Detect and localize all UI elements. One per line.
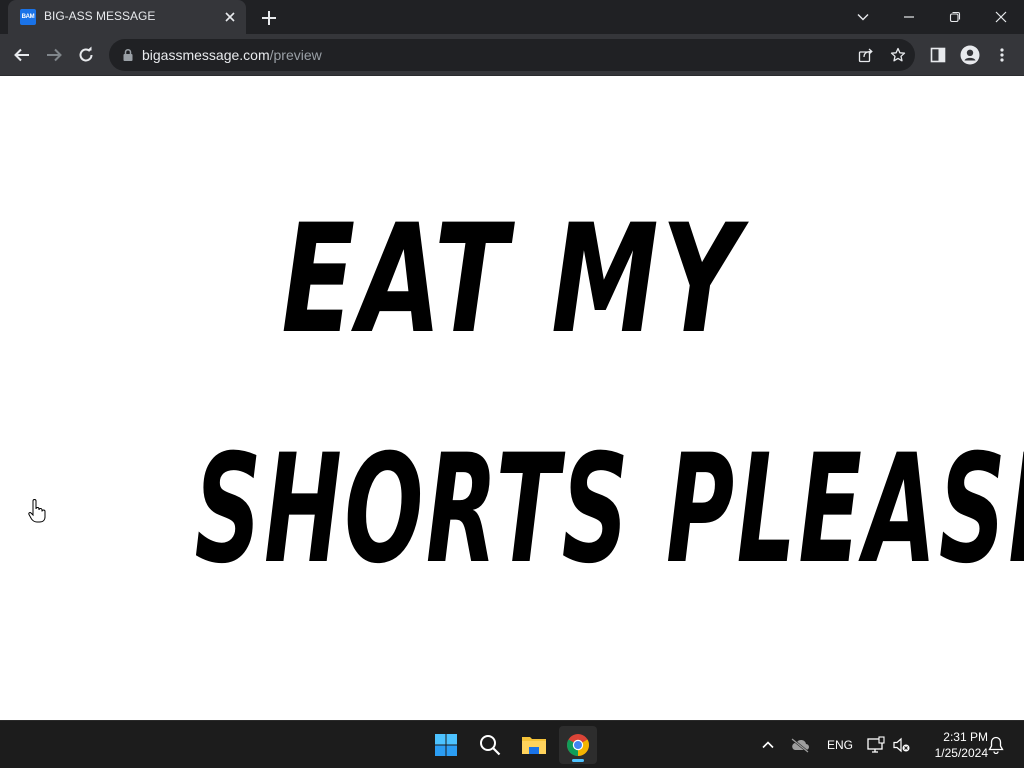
chrome-icon (567, 734, 589, 756)
lock-icon[interactable] (121, 48, 135, 62)
minimize-button[interactable] (886, 0, 932, 34)
volume-muted-icon[interactable] (892, 735, 912, 755)
onedrive-icon[interactable] (790, 735, 810, 755)
address-bar[interactable]: bigassmessage.com/preview (109, 39, 915, 71)
search-icon (480, 735, 501, 756)
start-icon (435, 734, 457, 756)
active-app-indicator (572, 759, 584, 762)
chevron-up-icon (762, 741, 774, 749)
more-vert-icon (1000, 48, 1004, 62)
language-indicator[interactable]: ENG (827, 738, 853, 752)
taskbar-search-button[interactable] (471, 726, 509, 764)
profile-avatar-icon (960, 45, 980, 65)
notifications-bell-icon[interactable] (986, 735, 1006, 755)
chrome-taskbar-button[interactable] (559, 726, 597, 764)
tab-close-icon[interactable] (222, 9, 238, 25)
share-icon[interactable] (856, 45, 876, 65)
taskbar-clock[interactable]: 2:31 PM 1/25/2024 (920, 729, 988, 761)
close-window-button[interactable] (978, 0, 1024, 34)
clock-time: 2:31 PM (943, 730, 988, 744)
side-panel-button[interactable] (925, 42, 951, 68)
tab-search-icon[interactable] (840, 0, 886, 34)
clock-date: 1/25/2024 (934, 746, 988, 760)
side-panel-icon (930, 47, 946, 63)
tab-title: BIG-ASS MESSAGE (44, 9, 156, 23)
back-arrow-icon (14, 48, 29, 62)
new-tab-button[interactable] (258, 7, 280, 29)
profile-button[interactable] (957, 42, 983, 68)
message-line-2: SHORTS PLEASE (194, 423, 1024, 597)
chrome-menu-button[interactable] (989, 42, 1015, 68)
url-host: bigassmessage.com (142, 47, 270, 63)
forward-arrow-icon (47, 48, 62, 62)
file-explorer-button[interactable] (515, 726, 553, 764)
page-viewport: EAT MY SHORTS PLEASE (0, 77, 1024, 720)
file-explorer-icon (522, 737, 546, 754)
tab-favicon-icon: BAM (20, 9, 36, 25)
bookmark-star-icon[interactable] (888, 45, 908, 65)
browser-toolbar: bigassmessage.com/preview (0, 34, 1024, 76)
browser-titlebar: BAM BIG-ASS MESSAGE (0, 0, 1024, 34)
reload-icon (79, 46, 93, 62)
start-button[interactable] (427, 726, 465, 764)
url-path: /preview (269, 47, 322, 63)
browser-tab-active[interactable]: BAM BIG-ASS MESSAGE (8, 0, 246, 34)
windows-taskbar: ENG 2:31 PM 1/25/2024 (0, 720, 1024, 768)
hand-cursor-icon (28, 499, 46, 523)
message-line-1: EAT MY (281, 193, 743, 367)
forward-button[interactable] (41, 42, 67, 68)
back-button[interactable] (9, 42, 35, 68)
network-icon[interactable] (866, 735, 886, 755)
reload-button[interactable] (73, 42, 99, 68)
url-text[interactable]: bigassmessage.com/preview (142, 47, 322, 63)
restore-button[interactable] (932, 0, 978, 34)
show-hidden-icons-button[interactable] (758, 735, 778, 755)
